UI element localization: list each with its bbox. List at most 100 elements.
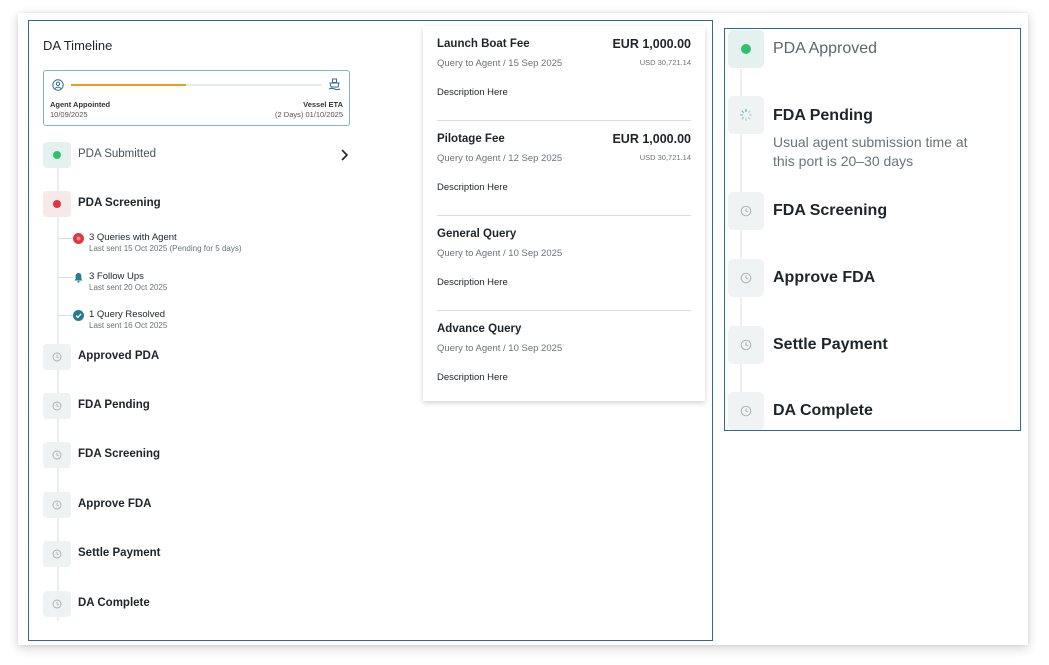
query-amount: EUR 1,000.00 <box>612 132 691 146</box>
step-pda-screening[interactable]: PDA Screening <box>43 191 353 217</box>
step-label: PDA Approved <box>773 40 878 57</box>
spinner-icon <box>739 108 753 122</box>
sub-item-title: 3 Queries with Agent <box>89 232 177 243</box>
query-description: Description Here <box>437 87 508 98</box>
step-status-badge <box>43 344 71 370</box>
step-da-complete[interactable]: DA Complete <box>728 392 1018 432</box>
step-status-badge <box>43 492 71 518</box>
progress-fill <box>71 84 187 86</box>
step-label: FDA Pending <box>773 107 873 124</box>
step-label: FDA Pending <box>78 399 150 411</box>
complete-dot-icon <box>53 151 61 159</box>
sub-connector <box>59 238 73 239</box>
vessel-eta-date: (2 Days) 01/10/2025 <box>275 110 343 119</box>
sub-item-desc: Last sent 20 Oct 2025 <box>89 283 168 292</box>
step-status-badge <box>728 96 764 134</box>
step-status-badge <box>728 30 764 68</box>
clock-icon <box>740 205 752 217</box>
step-description: Usual agent submission time at this port… <box>773 134 968 169</box>
step-status-badge <box>728 392 764 430</box>
step-fda-screening[interactable]: FDA Screening <box>43 442 353 468</box>
step-da-complete[interactable]: DA Complete <box>43 591 353 617</box>
panel-title: DA Timeline <box>43 38 113 53</box>
query-amount: EUR 1,000.00 <box>612 37 691 51</box>
step-status-badge <box>43 591 71 617</box>
step-label: Approve FDA <box>773 269 876 286</box>
query-title: Advance Query <box>437 323 522 335</box>
agent-appointed-date: 10/09/2025 <box>50 110 88 119</box>
step-status-badge <box>728 259 764 297</box>
sub-item-desc: Last sent 15 Oct 2025 (Pending for 5 day… <box>89 244 242 253</box>
query-item-pilotage-fee[interactable]: Pilotage Fee EUR 1,000.00 Query to Agent… <box>437 121 691 216</box>
clock-icon <box>740 272 752 284</box>
sub-connector <box>59 277 73 278</box>
query-meta: Query to Agent / 10 Sep 2025 <box>437 248 563 259</box>
clock-icon <box>740 339 752 351</box>
voyage-progress-card: Agent Appointed 10/09/2025 Vessel ETA (2… <box>43 70 350 126</box>
query-description: Description Here <box>437 372 508 383</box>
step-label: Approve FDA <box>78 498 152 510</box>
step-label: PDA Screening <box>78 197 161 209</box>
step-label: DA Complete <box>78 597 150 609</box>
step-label: Settle Payment <box>773 336 888 353</box>
step-label: FDA Screening <box>773 202 888 219</box>
query-usd-amount: USD 30,721.14 <box>639 58 691 67</box>
chevron-right-icon[interactable] <box>339 148 349 162</box>
query-list-card: Launch Boat Fee EUR 1,000.00 Query to Ag… <box>423 26 705 401</box>
sub-item-title: 1 Query Resolved <box>89 309 166 320</box>
progress-track <box>71 84 322 86</box>
sub-connector <box>59 315 73 316</box>
query-meta: Query to Agent / 15 Sep 2025 <box>437 58 563 69</box>
step-label: FDA Screening <box>78 448 161 460</box>
query-item-advance-query[interactable]: Advance Query Query to Agent / 10 Sep 20… <box>437 311 691 406</box>
clock-icon <box>52 450 62 460</box>
step-settle-payment[interactable]: Settle Payment <box>728 326 1018 366</box>
step-approve-fda[interactable]: Approve FDA <box>43 492 353 518</box>
step-status-badge <box>728 326 764 364</box>
agent-appointed-label: Agent Appointed <box>50 100 111 109</box>
vessel-icon <box>328 78 341 91</box>
alert-dot-icon <box>53 200 61 208</box>
sub-item-title: 3 Follow Ups <box>89 271 144 282</box>
vessel-eta-label: Vessel ETA <box>303 100 343 109</box>
clock-icon <box>52 549 62 559</box>
query-title: Pilotage Fee <box>437 133 505 145</box>
clock-icon <box>52 401 62 411</box>
step-label: Settle Payment <box>78 547 161 559</box>
step-label: DA Complete <box>773 402 873 419</box>
sub-item-resolved[interactable]: 1 Query Resolved Last sent 16 Oct 2025 <box>73 309 303 333</box>
query-item-general-query[interactable]: General Query Query to Agent / 10 Sep 20… <box>437 216 691 311</box>
step-fda-pending[interactable]: FDA Pending Usual agent submission time … <box>728 96 1018 176</box>
step-approve-fda[interactable]: Approve FDA <box>728 259 1018 299</box>
query-description: Description Here <box>437 277 508 288</box>
query-meta: Query to Agent / 12 Sep 2025 <box>437 153 563 164</box>
sub-item-queries[interactable]: 3 Queries with Agent Last sent 15 Oct 20… <box>73 232 303 256</box>
clock-icon <box>740 405 752 417</box>
query-title: General Query <box>437 228 517 240</box>
step-status-badge <box>43 442 71 468</box>
check-circle-icon <box>73 310 84 321</box>
query-description: Description Here <box>437 182 508 193</box>
complete-dot-icon <box>741 44 751 54</box>
step-pda-approved[interactable]: PDA Approved <box>728 30 1018 70</box>
sub-item-follow-ups[interactable]: 3 Follow Ups Last sent 20 Oct 2025 <box>73 271 303 295</box>
step-status-badge <box>43 142 71 168</box>
step-label: PDA Submitted <box>78 148 156 160</box>
clock-icon <box>52 352 62 362</box>
query-meta: Query to Agent / 10 Sep 2025 <box>437 343 563 354</box>
fda-timeline-panel: PDA Approved FDA Pending Usual agent sub… <box>724 28 1021 431</box>
step-status-badge <box>43 191 71 217</box>
query-usd-amount: USD 30,721.14 <box>639 153 691 162</box>
bell-icon <box>74 273 83 283</box>
clock-icon <box>52 599 62 609</box>
step-fda-screening[interactable]: FDA Screening <box>728 192 1018 232</box>
step-settle-payment[interactable]: Settle Payment <box>43 541 353 567</box>
clock-icon <box>52 500 62 510</box>
step-approved-pda[interactable]: Approved PDA <box>43 344 353 370</box>
step-label: Approved PDA <box>78 350 160 362</box>
step-status-badge <box>728 192 764 230</box>
step-status-badge <box>43 393 71 419</box>
query-item-launch-boat-fee[interactable]: Launch Boat Fee EUR 1,000.00 Query to Ag… <box>437 26 691 121</box>
step-fda-pending[interactable]: FDA Pending <box>43 393 353 419</box>
step-pda-submitted[interactable]: PDA Submitted <box>43 142 353 168</box>
